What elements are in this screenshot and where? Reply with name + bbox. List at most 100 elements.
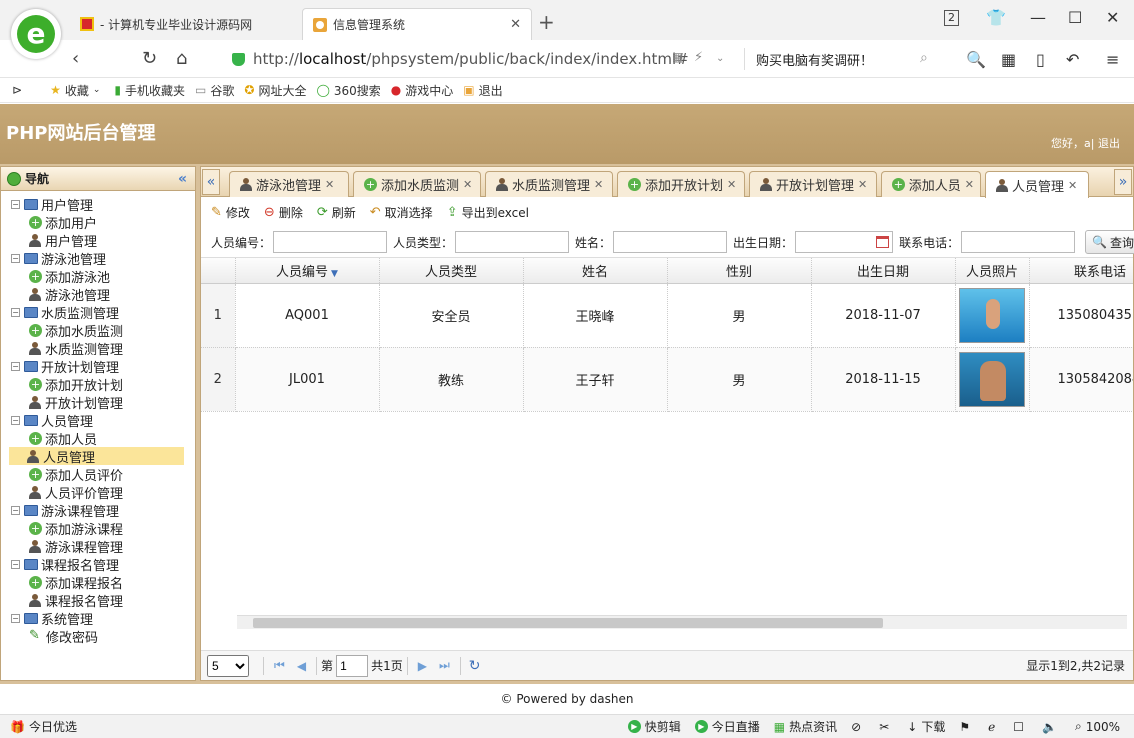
nav-item[interactable]: 用户管理 (11, 231, 195, 250)
column-header[interactable]: 姓名 (523, 258, 668, 284)
tabs-scroll-left-icon[interactable]: « (202, 169, 220, 195)
bookmark-favorites[interactable]: ★ 收藏 ⌄ (50, 82, 104, 99)
nav-item[interactable]: ✎ 修改密码 (11, 627, 195, 646)
edit-button[interactable]: ✎ 修改 (211, 204, 250, 221)
nav-item[interactable]: 游泳课程管理 (11, 537, 195, 556)
maximize-icon[interactable]: ☐ (1068, 8, 1082, 27)
nav-item[interactable]: + 添加人员评价 (11, 465, 195, 484)
content-tab[interactable]: 水质监测管理 ✕ (485, 171, 613, 197)
zoom-control[interactable]: ⌕ 100% (1075, 719, 1120, 734)
bookmark-url-nav[interactable]: ✪ 网址大全 (244, 82, 306, 99)
column-header[interactable]: 联系电话 (1029, 258, 1133, 284)
new-tab-icon[interactable]: + (538, 10, 555, 34)
nav-item[interactable]: + 添加游泳课程 (11, 519, 195, 538)
phone-input[interactable] (961, 231, 1076, 253)
nav-item[interactable]: 开放计划管理 (11, 393, 195, 412)
qr-code-icon[interactable]: ▦ (672, 50, 683, 64)
collapse-toggle-icon[interactable]: − (11, 307, 20, 317)
nav-group[interactable]: − 游泳课程管理 (11, 501, 195, 520)
last-page-icon[interactable]: ⏭ (439, 658, 450, 673)
calendar-icon[interactable] (876, 236, 890, 248)
nav-item[interactable]: + 添加水质监测 (11, 321, 195, 340)
bookmark-google[interactable]: ▭ 谷歌 (195, 82, 234, 99)
nav-group[interactable]: − 游泳池管理 (11, 249, 195, 268)
browser-logo-icon[interactable]: e (11, 9, 61, 59)
collapse-toggle-icon[interactable]: − (11, 253, 20, 263)
content-tab[interactable]: + 添加开放计划 ✕ (617, 171, 745, 197)
bookmark-mobile[interactable]: ▮ 手机收藏夹 (114, 82, 185, 99)
staff-code-input[interactable] (273, 231, 388, 253)
collapse-toggle-icon[interactable]: − (11, 613, 20, 623)
nav-group[interactable]: − 用户管理 (11, 195, 195, 214)
content-tab[interactable]: + 添加水质监测 ✕ (353, 171, 481, 197)
nav-item[interactable]: 游泳池管理 (11, 285, 195, 304)
search-suggestion-text[interactable]: 购买电脑有奖调研！ (756, 50, 873, 69)
nav-item[interactable]: 人员管理 (9, 447, 184, 466)
cancel-select-button[interactable]: ↶ 取消选择 (370, 204, 433, 221)
address-bar[interactable]: http://localhost/phpsystem/public/back/i… (232, 45, 744, 73)
minimize-icon[interactable]: — (1030, 8, 1046, 27)
screenshot-icon[interactable]: ✂ (879, 720, 893, 734)
close-window-icon[interactable]: ✕ (1106, 8, 1119, 27)
browser-tab-2[interactable]: 信息管理系统 ✕ (302, 8, 532, 40)
speed-icon[interactable]: ⊘ (851, 720, 865, 734)
staff-photo-image[interactable] (959, 351, 1025, 407)
scrollbar-thumb[interactable] (253, 618, 883, 628)
horizontal-scrollbar[interactable] (237, 615, 1127, 629)
collapse-toggle-icon[interactable]: − (11, 505, 20, 515)
page-number-input[interactable] (336, 654, 369, 677)
bookmark-game-center[interactable]: ● 游戏中心 (391, 82, 454, 99)
first-page-icon[interactable]: ⏮ (274, 658, 285, 673)
phone-icon[interactable]: ▯ (1036, 50, 1045, 69)
magnifier-icon[interactable]: 🔍 (966, 50, 986, 69)
nav-group[interactable]: − 系统管理 (11, 609, 195, 628)
content-tab[interactable]: + 添加人员 ✕ (881, 171, 981, 197)
quick-clip-button[interactable]: ▶ 快剪辑 (627, 718, 681, 735)
staff-type-input[interactable] (455, 231, 570, 253)
column-header[interactable]: 人员照片 (955, 258, 1030, 284)
collapse-toggle-icon[interactable]: − (11, 559, 20, 569)
nav-item[interactable]: + 添加人员 (11, 429, 195, 448)
back-icon[interactable]: ‹ (72, 48, 79, 69)
lightning-icon[interactable]: ⚡ (694, 50, 703, 65)
tab-count-badge[interactable]: 2 (944, 10, 959, 26)
tabs-scroll-right-icon[interactable]: » (1114, 169, 1132, 195)
close-tab-icon[interactable]: ✕ (463, 178, 472, 191)
nav-group[interactable]: − 人员管理 (11, 411, 195, 430)
close-tab-icon[interactable]: ✕ (858, 178, 867, 191)
hot-news-button[interactable]: ▦ 热点资讯 (774, 718, 837, 735)
window-icon[interactable]: ☐ (1013, 720, 1028, 734)
column-header[interactable]: 性别 (667, 258, 812, 284)
table-row[interactable]: 1 AQ001 安全员 王晓峰 男 2018-11-07 1350804353 (201, 283, 1133, 348)
close-tab-icon[interactable]: ✕ (965, 178, 974, 191)
apps-grid-icon[interactable]: ▦ (1001, 50, 1016, 69)
nav-group[interactable]: − 课程报名管理 (11, 555, 195, 574)
reload-icon[interactable]: ↻ (142, 48, 157, 69)
flag-icon[interactable]: ⚑ (959, 720, 974, 734)
nav-item[interactable]: + 添加课程报名 (11, 573, 195, 592)
search-button[interactable]: 🔍 查询 (1085, 230, 1134, 254)
pager-refresh-icon[interactable]: ↻ (469, 658, 481, 674)
shirt-skin-icon[interactable]: 👕 (986, 8, 1006, 27)
close-tab-icon[interactable]: ✕ (510, 17, 521, 32)
prev-page-icon[interactable]: ◀ (297, 659, 306, 673)
volume-icon[interactable]: 🔈 (1042, 720, 1061, 734)
live-today-button[interactable]: ▶ 今日直播 (694, 718, 760, 735)
chevron-down-icon[interactable]: ⌄ (716, 53, 724, 64)
nav-item[interactable]: 课程报名管理 (11, 591, 195, 610)
search-icon[interactable]: ⌕ (920, 50, 928, 66)
nav-group[interactable]: − 水质监测管理 (11, 303, 195, 322)
content-tab[interactable]: 开放计划管理 ✕ (749, 171, 877, 197)
close-tab-icon[interactable]: ✕ (1068, 179, 1077, 192)
undo-icon[interactable]: ↶ (1066, 50, 1079, 69)
column-header[interactable]: 出生日期 (811, 258, 956, 284)
close-tab-icon[interactable]: ✕ (727, 178, 736, 191)
download-button[interactable]: ↓ 下载 (907, 718, 945, 735)
user-greeting-logout[interactable]: 您好，a| 退出 (1051, 135, 1120, 151)
home-icon[interactable]: ⌂ (176, 48, 187, 69)
nav-item[interactable]: 水质监测管理 (11, 339, 195, 358)
bookmark-360-search[interactable]: ◯ 360搜索 (316, 82, 380, 99)
nav-item[interactable]: 人员评价管理 (11, 483, 195, 502)
staff-photo-image[interactable] (959, 287, 1025, 343)
table-row[interactable]: 2 JL001 教练 王子轩 男 2018-11-15 1305842084 (201, 347, 1133, 412)
